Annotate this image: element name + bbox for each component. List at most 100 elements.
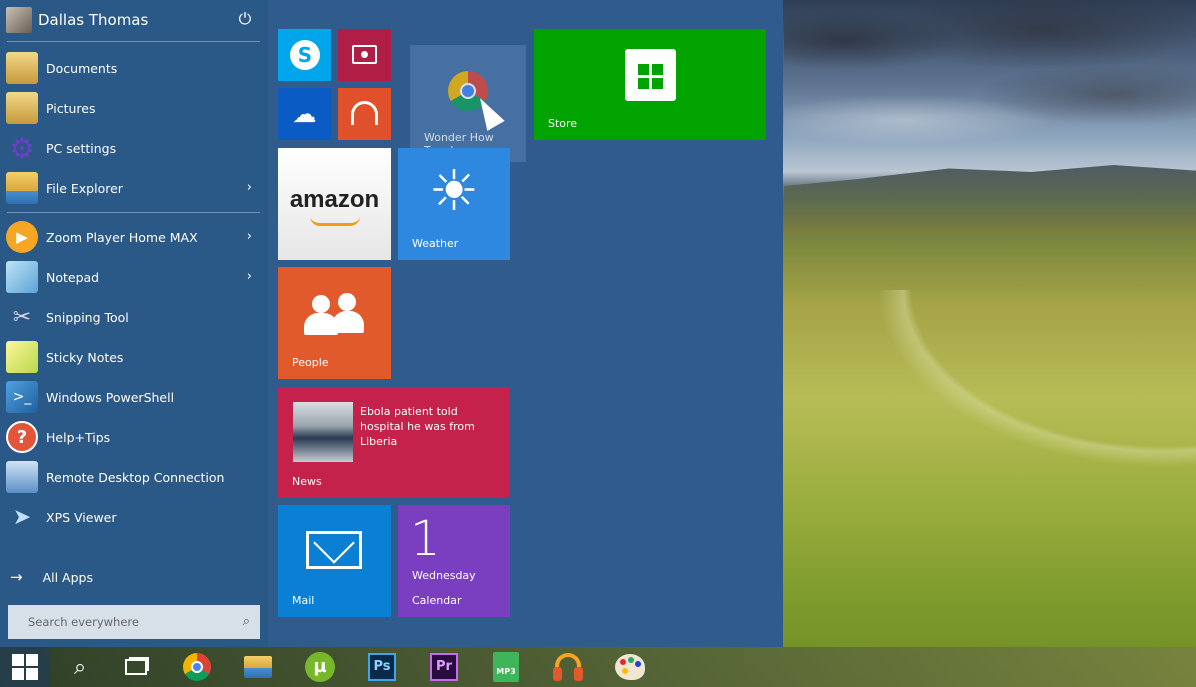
tile-label: Weather bbox=[412, 237, 459, 250]
all-apps-button[interactable]: → All Apps bbox=[10, 568, 93, 586]
cloud-icon: ☁ bbox=[292, 100, 317, 128]
headphones-app-icon bbox=[553, 653, 583, 681]
menu-item-help-tips[interactable]: ? Help+Tips bbox=[6, 418, 260, 456]
taskbar-file-explorer[interactable] bbox=[230, 647, 286, 687]
tile-dragging-chrome[interactable]: Wonder How To.url bbox=[410, 45, 526, 162]
file-explorer-icon bbox=[6, 172, 38, 204]
tile-store[interactable]: Store bbox=[534, 29, 766, 140]
documents-folder-icon bbox=[6, 52, 38, 84]
tile-music[interactable] bbox=[338, 88, 391, 140]
taskbar-mp3[interactable]: MP3 bbox=[478, 647, 534, 687]
menu-item-notepad[interactable]: Notepad › bbox=[6, 258, 260, 296]
powershell-icon: >_ bbox=[6, 381, 38, 413]
pictures-folder-icon bbox=[6, 92, 38, 124]
wallpaper-path bbox=[784, 290, 1196, 650]
menu-item-label: Notepad bbox=[46, 269, 100, 285]
tile-label: Calendar bbox=[412, 594, 462, 607]
search-input[interactable] bbox=[28, 615, 228, 629]
store-bag-icon bbox=[625, 49, 676, 101]
tile-news[interactable]: Ebola patient told hospital he was from … bbox=[278, 387, 510, 498]
menu-item-sticky-notes[interactable]: Sticky Notes bbox=[6, 338, 260, 376]
taskbar-chrome[interactable] bbox=[169, 647, 225, 687]
tile-label: Store bbox=[548, 117, 578, 130]
menu-item-remote-desktop[interactable]: Remote Desktop Connection bbox=[6, 458, 260, 496]
menu-item-label: Windows PowerShell bbox=[46, 389, 175, 405]
menu-item-pictures[interactable]: Pictures bbox=[6, 89, 260, 127]
taskbar: ⌕ µ Ps Pr MP3 bbox=[0, 647, 1196, 687]
wallpaper-clouds bbox=[784, 0, 1196, 170]
tile-label: News bbox=[292, 475, 322, 488]
menu-item-pc-settings[interactable]: ⚙ PC settings bbox=[6, 129, 260, 167]
tile-amazon[interactable]: amazon bbox=[278, 148, 391, 260]
separator bbox=[7, 212, 260, 213]
chevron-right-icon[interactable]: › bbox=[247, 229, 252, 244]
gear-icon: ⚙ bbox=[9, 131, 35, 165]
menu-item-label: Documents bbox=[46, 60, 118, 76]
tile-label: People bbox=[292, 356, 329, 369]
file-explorer-icon bbox=[244, 656, 272, 678]
search-icon: ⌕ bbox=[73, 654, 87, 680]
sticky-notes-icon bbox=[6, 341, 38, 373]
xps-viewer-icon: ➤ bbox=[12, 504, 32, 530]
calendar-day-name: Wednesday bbox=[412, 569, 476, 582]
avatar bbox=[6, 7, 32, 33]
menu-item-label: Help+Tips bbox=[46, 429, 111, 445]
start-left-column: Dallas Thomas ⏻ Documents Pictures ⚙ PC … bbox=[0, 0, 268, 647]
amazon-logo: amazon bbox=[289, 186, 380, 213]
all-apps-label: All Apps bbox=[42, 569, 93, 585]
taskbar-premiere[interactable]: Pr bbox=[416, 647, 472, 687]
menu-item-label: XPS Viewer bbox=[46, 509, 117, 525]
calendar-day-number: 1 bbox=[410, 511, 441, 567]
start-button[interactable] bbox=[0, 647, 50, 687]
arrow-right-icon: → bbox=[10, 568, 23, 586]
menu-item-label: Remote Desktop Connection bbox=[46, 469, 225, 485]
search-icon[interactable]: ⌕ bbox=[243, 614, 250, 629]
tile-video[interactable] bbox=[338, 29, 391, 81]
tile-skype[interactable]: S bbox=[278, 29, 331, 81]
chevron-right-icon[interactable]: › bbox=[247, 269, 252, 284]
mp3-file-icon: MP3 bbox=[493, 652, 519, 682]
chrome-icon bbox=[183, 653, 211, 681]
menu-item-label: Sticky Notes bbox=[46, 349, 124, 365]
remote-desktop-icon bbox=[6, 461, 38, 493]
envelope-icon bbox=[306, 522, 362, 569]
menu-item-file-explorer[interactable]: File Explorer › bbox=[6, 169, 260, 207]
zoom-player-icon: ▶ bbox=[6, 221, 38, 253]
tile-onedrive[interactable]: ☁ bbox=[278, 88, 331, 140]
people-icon bbox=[304, 293, 364, 337]
tile-weather[interactable]: ☀ Weather bbox=[398, 148, 510, 260]
taskbar-search-button[interactable]: ⌕ bbox=[52, 647, 108, 687]
menu-item-snipping-tool[interactable]: ✂ Snipping Tool bbox=[6, 298, 260, 336]
menu-item-label: Zoom Player Home MAX bbox=[46, 229, 198, 245]
taskbar-paint[interactable] bbox=[602, 647, 658, 687]
menu-item-powershell[interactable]: >_ Windows PowerShell bbox=[6, 378, 260, 416]
separator bbox=[7, 41, 260, 42]
utorrent-icon: µ bbox=[305, 652, 335, 682]
skype-icon: S bbox=[290, 40, 320, 70]
premiere-icon: Pr bbox=[430, 653, 458, 681]
menu-item-documents[interactable]: Documents bbox=[6, 49, 260, 87]
paint-palette-icon bbox=[615, 654, 645, 680]
video-icon bbox=[352, 45, 377, 64]
photoshop-icon: Ps bbox=[368, 653, 396, 681]
tile-people[interactable]: People bbox=[278, 267, 391, 379]
taskbar-photoshop[interactable]: Ps bbox=[354, 647, 410, 687]
help-icon: ? bbox=[6, 421, 38, 453]
task-view-icon bbox=[125, 659, 147, 675]
tile-mail[interactable]: Mail bbox=[278, 505, 391, 617]
power-icon[interactable]: ⏻ bbox=[236, 10, 254, 28]
search-box[interactable]: ⌕ bbox=[8, 605, 260, 639]
chevron-right-icon[interactable]: › bbox=[247, 180, 252, 195]
notepad-icon bbox=[6, 261, 38, 293]
tile-calendar[interactable]: 1 Wednesday Calendar bbox=[398, 505, 510, 617]
task-view-button[interactable] bbox=[108, 647, 164, 687]
taskbar-headphones-app[interactable] bbox=[540, 647, 596, 687]
news-headline: Ebola patient told hospital he was from … bbox=[360, 405, 475, 448]
menu-item-label: Pictures bbox=[46, 100, 96, 116]
amazon-smile-icon bbox=[310, 216, 360, 226]
taskbar-utorrent[interactable]: µ bbox=[292, 647, 348, 687]
menu-item-zoom-player[interactable]: ▶ Zoom Player Home MAX › bbox=[6, 218, 260, 256]
user-account[interactable]: Dallas Thomas bbox=[6, 6, 260, 34]
menu-item-label: PC settings bbox=[46, 140, 117, 156]
menu-item-xps-viewer[interactable]: ➤ XPS Viewer bbox=[6, 498, 260, 536]
